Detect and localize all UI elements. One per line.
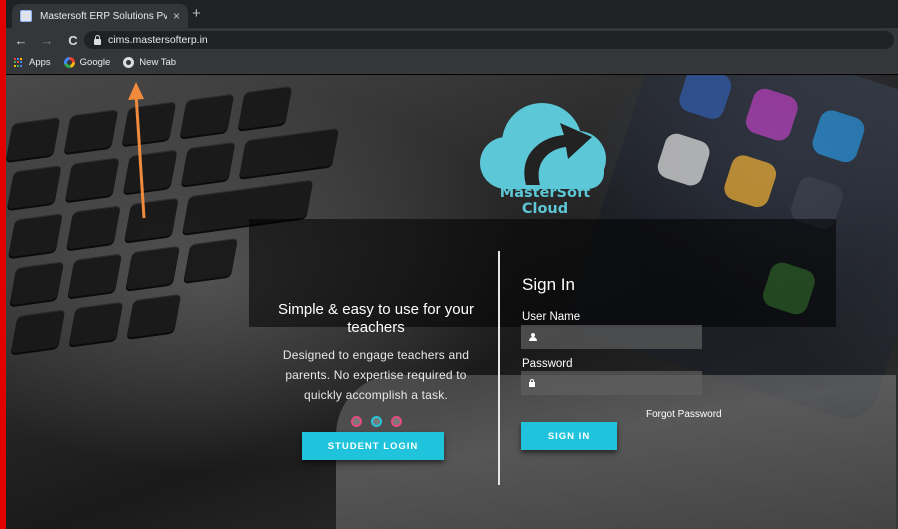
url-text: cims.mastersofterp.in <box>108 34 208 46</box>
password-label: Password <box>522 358 573 370</box>
lock-icon <box>94 34 101 45</box>
forgot-password-link[interactable]: Forgot Password <box>646 409 722 420</box>
forward-button[interactable]: → <box>36 33 58 48</box>
bookmark-apps[interactable]: Apps <box>14 57 51 68</box>
bookmark-label: Apps <box>29 57 51 68</box>
bookmark-new-tab[interactable]: New Tab <box>123 57 176 68</box>
login-page: MasterSoft Cloud Simple & easy to use fo… <box>6 75 898 529</box>
chrome-icon <box>123 57 135 68</box>
username-label: User Name <box>522 311 581 323</box>
password-field[interactable] <box>521 371 702 395</box>
google-icon <box>63 57 75 68</box>
browser-toolbar: ← → C cims.mastersofterp.in <box>6 28 898 52</box>
student-login-button[interactable]: STUDENT LOGIN <box>302 432 444 460</box>
user-icon <box>529 333 537 341</box>
browser-tab-bar: Mastersoft ERP Solutions Pvt.Ltd × + <box>6 0 898 28</box>
bookmarks-bar: Apps Google New Tab <box>6 52 898 74</box>
vertical-divider <box>498 251 500 485</box>
bookmark-label: New Tab <box>139 57 177 68</box>
promo-description: Designed to engage teachers and parents.… <box>282 348 470 402</box>
page-favicon-icon <box>20 10 32 22</box>
promo-block: Simple & easy to use for your teachers D… <box>271 301 481 427</box>
signin-title: Sign In <box>522 275 575 294</box>
lock-icon <box>529 379 535 387</box>
carousel-dots <box>271 416 481 427</box>
brand-name: MasterSoft Cloud <box>499 185 591 217</box>
username-field[interactable] <box>521 325 702 349</box>
sign-in-button[interactable]: SIGN IN <box>521 422 617 450</box>
tab-close-icon[interactable]: × <box>173 9 180 23</box>
carousel-dot[interactable] <box>390 416 402 427</box>
browser-tab[interactable]: Mastersoft ERP Solutions Pvt.Ltd × <box>12 4 188 28</box>
promo-tagline: Simple & easy to use for your teachers <box>278 301 474 336</box>
reload-button[interactable]: C <box>62 33 84 48</box>
tab-title: Mastersoft ERP Solutions Pvt.Ltd <box>40 10 167 22</box>
bookmark-label: Google <box>79 57 111 68</box>
carousel-dot-active[interactable] <box>370 416 382 427</box>
new-tab-button[interactable]: + <box>192 5 201 22</box>
carousel-dot[interactable] <box>350 416 362 427</box>
back-button[interactable]: ← <box>10 33 32 48</box>
address-bar[interactable]: cims.mastersofterp.in <box>84 31 894 49</box>
apps-grid-icon <box>14 57 24 68</box>
bookmark-google[interactable]: Google <box>63 57 111 68</box>
red-edge-bar <box>0 0 6 529</box>
